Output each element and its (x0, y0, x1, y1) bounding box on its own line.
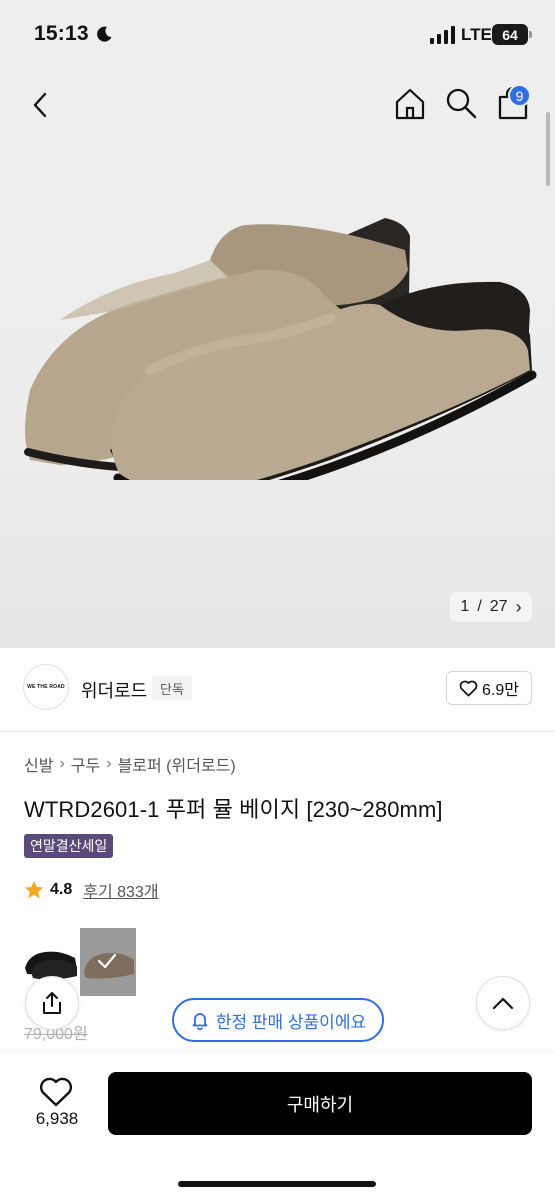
product-title: WTRD2601-1 푸퍼 뮬 베이지 [230~280mm] (24, 797, 443, 822)
image-counter[interactable]: 1 / 27 › (450, 592, 532, 622)
moon-icon (97, 26, 112, 42)
brand-like-count: 6.9만 (482, 682, 519, 699)
share-icon (43, 992, 61, 1014)
heart-icon (459, 680, 478, 696)
cart-count-badge: 9 (508, 84, 531, 107)
limited-sale-notice[interactable]: 한정 판매 상품이에요 (172, 998, 384, 1042)
brand-name[interactable]: 위더로드 (81, 677, 147, 703)
buy-button[interactable]: 구매하기 (108, 1072, 532, 1135)
image-counter-total: 27 (489, 598, 508, 615)
chevron-right-icon: › (515, 596, 522, 617)
breadcrumb: 신발 › 구두 › 블로퍼 (위더로드) (24, 752, 236, 776)
brand-row: WE THE ROAD 위더로드 단독 6.9만 (0, 648, 555, 732)
breadcrumb-item[interactable]: 블로퍼 (위더로드) (118, 752, 236, 776)
search-icon[interactable] (444, 86, 478, 120)
battery-icon: 64 (492, 24, 528, 45)
share-button[interactable] (25, 976, 79, 1030)
sale-badge: 연말결산세일 (24, 834, 114, 858)
battery-level: 64 (502, 26, 518, 43)
rating-row: 4.8 후기 833개 (23, 878, 159, 902)
cellular-signal-icon (430, 26, 455, 44)
rating-value: 4.8 (50, 881, 73, 898)
checkmark-icon (97, 953, 117, 969)
color-option-beige[interactable] (80, 928, 136, 996)
bell-icon (192, 1013, 208, 1030)
status-bar: 15:13 LTE 64 (0, 0, 555, 70)
home-indicator (178, 1181, 376, 1187)
back-arrow-icon[interactable] (24, 88, 58, 122)
product-photo (24, 218, 537, 480)
heart-icon[interactable] (38, 1075, 74, 1109)
review-count-link[interactable]: 후기 833개 (83, 878, 158, 902)
exclusive-tag: 단독 (152, 676, 192, 700)
home-icon[interactable] (392, 86, 428, 122)
battery-cap (529, 31, 532, 38)
chevron-up-icon (492, 997, 514, 1010)
brand-like-button[interactable]: 6.9만 (446, 671, 532, 705)
image-counter-current: 1 (460, 598, 470, 615)
status-time: 15:13 (34, 22, 89, 45)
chevron-right-icon: › (106, 755, 112, 772)
wish-count: 6,938 (35, 1109, 79, 1128)
product-image-gallery[interactable]: 9 1 / 27 › (0, 70, 555, 648)
limited-sale-text: 한정 판매 상품이에요 (215, 1012, 367, 1032)
scroll-to-top-button[interactable] (476, 976, 530, 1030)
breadcrumb-item[interactable]: 구두 (71, 752, 100, 776)
image-counter-separator: / (477, 598, 482, 615)
bottom-action-bar: 6,938 구매하기 (0, 1053, 555, 1200)
brand-logo[interactable]: WE THE ROAD (23, 664, 69, 710)
brand-logo-text: WE THE ROAD (27, 684, 65, 690)
network-type: LTE (461, 25, 492, 44)
star-icon (24, 880, 44, 899)
breadcrumb-item[interactable]: 신발 (24, 752, 53, 776)
chevron-right-icon: › (59, 755, 65, 772)
